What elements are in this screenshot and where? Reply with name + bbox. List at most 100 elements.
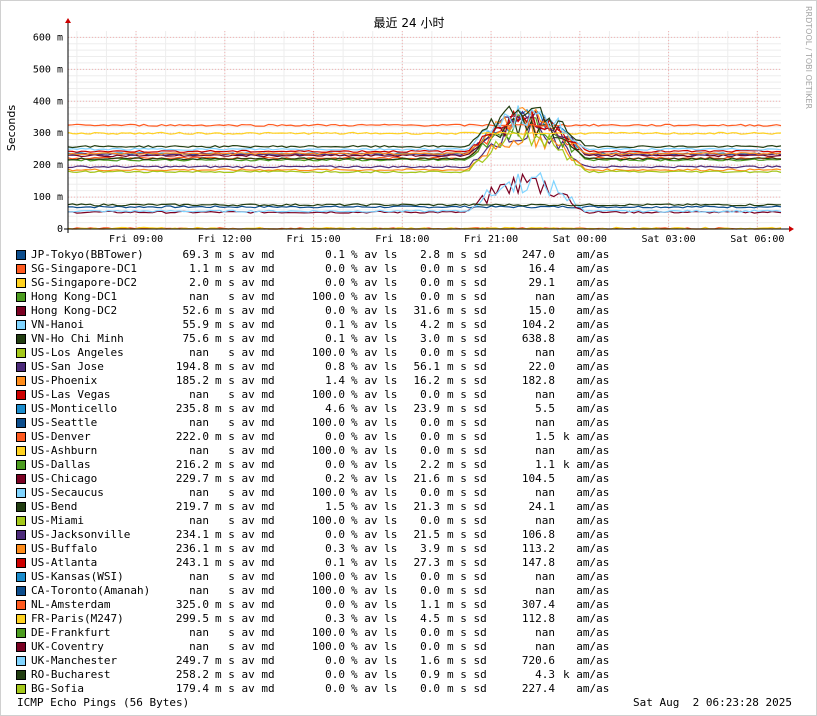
footer-timestamp: Sat Aug 2 06:23:28 2025 (633, 696, 792, 709)
legend-swatch (16, 488, 26, 498)
legend-swatch (16, 502, 26, 512)
legend-loss-unit: % av ls (351, 430, 398, 443)
legend-amas-unit: am/as (563, 290, 610, 303)
legend-amas-value: nan (535, 626, 555, 639)
legend-loss-value: 0.0 (325, 458, 345, 471)
legend-amas-value: nan (535, 584, 555, 597)
legend-median-value: 179.4 (175, 682, 209, 695)
legend-sd-unit: m s sd (447, 654, 487, 667)
legend-series-name: US-Chicago (31, 472, 98, 485)
legend-loss-unit: % av ls (351, 360, 398, 373)
legend-sd-value: 23.9 (413, 402, 441, 415)
legend-amas-value: 247.0 (521, 248, 555, 261)
legend-series-name: US-Monticello (31, 402, 118, 415)
legend-amas-value: 1.1 (535, 458, 555, 471)
legend-sd-value: 0.0 (420, 290, 440, 303)
legend-median-value: nan (189, 640, 209, 653)
legend-amas-unit: k am/as (563, 458, 610, 471)
legend-median-value: 299.5 (175, 612, 209, 625)
legend-sd-value: 0.0 (420, 640, 440, 653)
legend-loss-unit: % av ls (351, 318, 398, 331)
legend-sd-unit: m s sd (447, 402, 487, 415)
legend-sd-unit: m s sd (447, 304, 487, 317)
x-tick-label: Fri 15:00 (286, 234, 340, 245)
legend-swatch (16, 418, 26, 428)
legend-loss-value: 100.0 (311, 486, 345, 499)
legend-amas-unit: am/as (563, 528, 610, 541)
legend-median-unit: s av md (215, 444, 275, 457)
legend-sd-value: 2.8 (420, 248, 440, 261)
legend-sd-unit: m s sd (447, 612, 487, 625)
legend-median-unit: m s av md (215, 612, 275, 625)
legend-series-name: FR-Paris(M247) (31, 612, 124, 625)
legend-sd-value: 0.0 (420, 346, 440, 359)
legend-series-name: US-Ashburn (31, 444, 98, 457)
legend-loss-value: 0.1 (325, 332, 345, 345)
x-tick-label: Fri 12:00 (198, 234, 252, 245)
legend-sd-unit: m s sd (447, 682, 487, 695)
legend-loss-value: 4.6 (325, 402, 345, 415)
legend-median-unit: m s av md (215, 262, 275, 275)
legend-swatch (16, 376, 26, 386)
legend-amas-unit: am/as (563, 556, 610, 569)
legend-amas-value: 16.4 (528, 262, 556, 275)
legend-sd-value: 0.0 (420, 430, 440, 443)
legend-swatch (16, 264, 26, 274)
legend-median-unit: s av md (215, 416, 275, 429)
legend-loss-value: 0.3 (325, 612, 345, 625)
legend-sd-unit: m s sd (447, 514, 487, 527)
legend-median-unit: m s av md (215, 248, 275, 261)
legend-sd-value: 4.5 (420, 612, 440, 625)
x-axis-arrow (789, 226, 794, 232)
legend-amas-unit: am/as (563, 374, 610, 387)
legend-swatch (16, 530, 26, 540)
legend-amas-value: 22.0 (528, 360, 556, 373)
legend-amas-value: 24.1 (528, 500, 556, 513)
legend-median-unit: m s av md (215, 402, 275, 415)
legend-median-value: 2.0 (189, 276, 209, 289)
legend-amas-unit: am/as (563, 332, 610, 345)
legend-loss-value: 0.0 (325, 668, 345, 681)
legend-series-name: CA-Toronto(Amanah) (31, 584, 151, 597)
y-tick-label: 500 m (33, 64, 63, 75)
y-tick-label: 600 m (33, 32, 63, 43)
legend-amas-value: 29.1 (528, 276, 556, 289)
legend-amas-value: 4.3 (535, 668, 555, 681)
legend-series-name: US-San Jose (31, 360, 104, 373)
legend-median-unit: s av md (215, 514, 275, 527)
legend-median-unit: m s av md (215, 332, 275, 345)
legend-amas-value: nan (535, 570, 555, 583)
legend-sd-unit: m s sd (447, 486, 487, 499)
rrd-graph-image: 最近 24 小时 Seconds RRDTOOL / TOBI OETIKER … (0, 0, 817, 716)
legend-series-name: RO-Bucharest (31, 668, 111, 681)
legend-sd-value: 0.0 (420, 416, 440, 429)
legend-sd-value: 31.6 (413, 304, 441, 317)
legend-median-unit: m s av md (215, 472, 275, 485)
legend-median-unit: s av md (215, 486, 275, 499)
legend-sd-unit: m s sd (447, 430, 487, 443)
legend-sd-unit: m s sd (447, 276, 487, 289)
legend-amas-value: 307.4 (521, 598, 555, 611)
legend-median-unit: m s av md (215, 458, 275, 471)
legend-loss-unit: % av ls (351, 626, 398, 639)
legend-median-value: nan (189, 388, 209, 401)
legend-swatch (16, 348, 26, 358)
legend-amas-unit: am/as (563, 304, 610, 317)
legend-amas-value: nan (535, 346, 555, 359)
legend-amas-value: 104.5 (521, 472, 555, 485)
legend-sd-unit: m s sd (447, 598, 487, 611)
legend-sd-value: 0.0 (420, 388, 440, 401)
legend-series-name: US-Las Vegas (31, 388, 111, 401)
legend-median-unit: m s av md (215, 598, 275, 611)
legend-loss-value: 0.2 (325, 472, 345, 485)
legend-median-value: 1.1 (189, 262, 209, 275)
legend-amas-value: nan (535, 388, 555, 401)
series-lines (67, 105, 782, 230)
y-tick-label: 100 m (33, 192, 63, 203)
legend-swatch (16, 572, 26, 582)
legend-amas-unit: am/as (563, 500, 610, 513)
legend-loss-unit: % av ls (351, 416, 398, 429)
legend-swatch (16, 614, 26, 624)
legend-sd-unit: m s sd (447, 262, 487, 275)
legend-loss-value: 0.3 (325, 542, 345, 555)
